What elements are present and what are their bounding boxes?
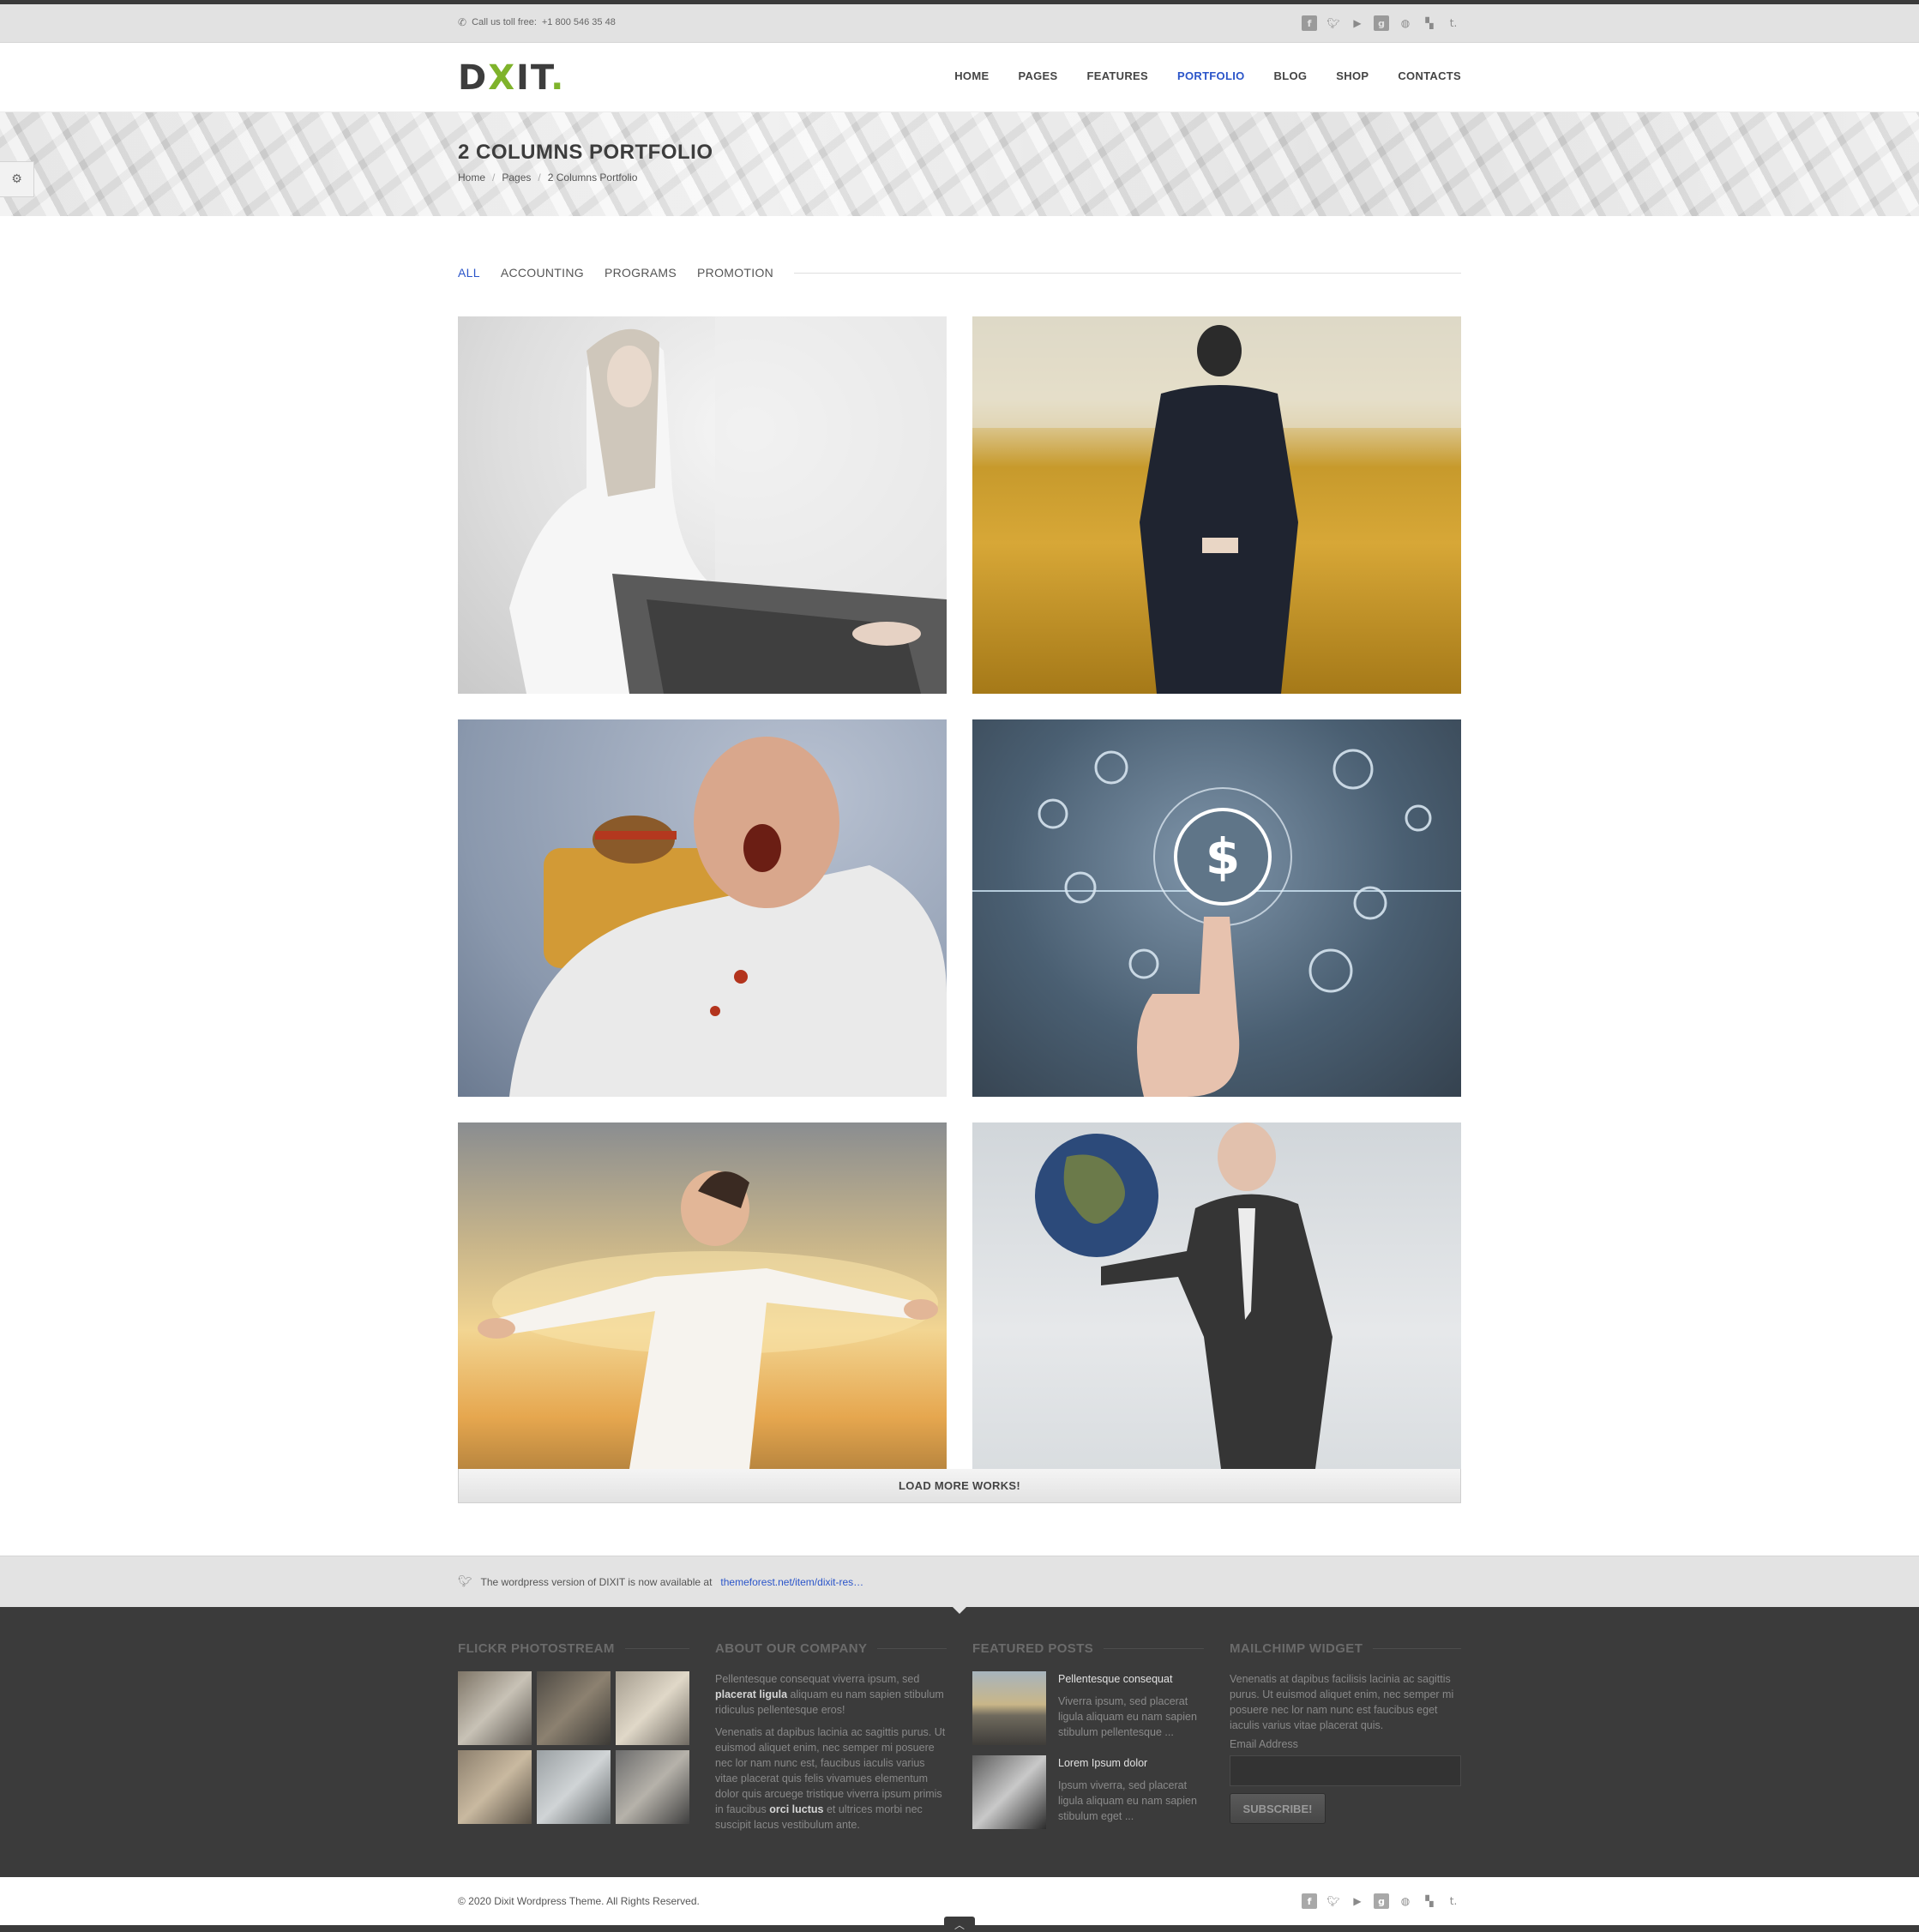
nav-home[interactable]: HOME xyxy=(954,69,989,82)
flickr-grid xyxy=(458,1671,689,1824)
breadcrumb-home[interactable]: Home xyxy=(458,172,485,184)
load-more-button[interactable]: LOAD MORE WORKS! xyxy=(458,1469,1461,1503)
phone-label: Call us toll free: xyxy=(472,17,537,27)
breadcrumb: Home / Pages / 2 Columns Portfolio xyxy=(458,172,637,184)
twitter-bird-icon: 🐦︎ xyxy=(458,1575,472,1588)
old-man-holding-earth-photo[interactable] xyxy=(972,1122,1461,1469)
google-plus-icon[interactable]: g xyxy=(1374,15,1389,31)
copyright: © 2020 Dixit Wordpress Theme. All Rights… xyxy=(458,1895,700,1907)
nav-features[interactable]: FEATURES xyxy=(1087,69,1149,82)
filter-promotion[interactable]: PROMOTION xyxy=(697,266,773,280)
filter-divider xyxy=(794,272,1461,274)
site-header: DXIT. HOME PAGES FEATURES PORTFOLIO BLOG… xyxy=(0,44,1919,112)
post-excerpt: Ipsum viverra, sed placerat ligula aliqu… xyxy=(1058,1779,1197,1822)
email-field[interactable] xyxy=(1230,1755,1461,1786)
flickr-thumbnail[interactable] xyxy=(537,1671,611,1745)
breadcrumb-current: 2 Columns Portfolio xyxy=(547,172,638,184)
site-footer: FLICKR PHOTOSTREAM ABOUT OUR COMPANY Pel… xyxy=(0,1607,1919,1877)
nav-portfolio[interactable]: PORTFOLIO xyxy=(1177,69,1245,82)
breadcrumb-separator: / xyxy=(538,172,541,184)
man-eating-burger-photo[interactable] xyxy=(458,719,947,1097)
tweet-text: The wordpress version of DIXIT is now av… xyxy=(480,1575,713,1588)
dixit-logo[interactable]: DXIT. xyxy=(458,58,565,98)
woman-on-chair-photo[interactable] xyxy=(458,316,947,694)
flickr-thumbnail[interactable] xyxy=(616,1671,689,1745)
featured-post[interactable]: Lorem Ipsum dolor Ipsum viverra, sed pla… xyxy=(972,1755,1204,1829)
twitter-icon[interactable]: 🐦︎ xyxy=(1326,15,1341,31)
tumblr-icon[interactable]: t. xyxy=(1446,1893,1461,1909)
post-excerpt: Viverra ipsum, sed placerat ligula aliqu… xyxy=(1058,1695,1197,1738)
social-links-bottom: f 🐦︎ ▶ g ◍ ▚ t. xyxy=(1302,1893,1461,1909)
post-title[interactable]: Pellentesque consequat xyxy=(1058,1673,1204,1685)
finger-touching-dollar-icons-photo[interactable]: $ xyxy=(972,719,1461,1097)
delicious-icon[interactable]: ▚ xyxy=(1422,15,1437,31)
youtube-icon[interactable]: ▶ xyxy=(1350,1893,1365,1909)
nav-shop[interactable]: SHOP xyxy=(1336,69,1369,82)
twitter-icon[interactable]: 🐦︎ xyxy=(1326,1893,1341,1909)
filter-accounting[interactable]: ACCOUNTING xyxy=(501,266,584,280)
filter-programs[interactable]: PROGRAMS xyxy=(605,266,677,280)
dribbble-icon[interactable]: ◍ xyxy=(1398,15,1413,31)
tweet-link[interactable]: themeforest.net/item/dixit-res… xyxy=(720,1576,863,1588)
post-title[interactable]: Lorem Ipsum dolor xyxy=(1058,1757,1204,1769)
nav-contacts[interactable]: CONTACTS xyxy=(1398,69,1461,82)
flickr-title: FLICKR PHOTOSTREAM xyxy=(458,1641,615,1656)
youtube-icon[interactable]: ▶ xyxy=(1350,15,1365,31)
breadcrumb-pages[interactable]: Pages xyxy=(502,172,531,184)
style-switcher-gear-icon[interactable]: ⚙ xyxy=(0,161,34,197)
delicious-icon[interactable]: ▚ xyxy=(1422,1893,1437,1909)
man-arms-open-sky-photo[interactable] xyxy=(458,1122,947,1469)
email-label: Email Address xyxy=(1230,1738,1298,1750)
nav-blog[interactable]: BLOG xyxy=(1274,69,1308,82)
twitter-feed-strip: 🐦︎ The wordpress version of DIXIT is now… xyxy=(0,1556,1919,1607)
flickr-widget: FLICKR PHOTOSTREAM xyxy=(458,1641,689,1824)
page-title-banner: 2 COLUMNS PORTFOLIO Home / Pages / 2 Col… xyxy=(0,112,1919,216)
breadcrumb-separator: / xyxy=(492,172,496,184)
top-bar: ✆ Call us toll free: +1 800 546 35 48 f … xyxy=(0,4,1919,43)
mailchimp-title: MAILCHIMP WIDGET xyxy=(1230,1641,1363,1656)
flickr-thumbnail[interactable] xyxy=(458,1750,532,1824)
phone-number[interactable]: +1 800 546 35 48 xyxy=(542,17,616,27)
google-plus-icon[interactable]: g xyxy=(1374,1893,1389,1909)
nav-pages[interactable]: PAGES xyxy=(1018,69,1057,82)
post-thumbnail[interactable] xyxy=(972,1671,1046,1745)
social-links-top: f 🐦︎ ▶ g ◍ ▚ t. xyxy=(1302,15,1461,31)
featured-posts-widget: FEATURED POSTS Pellentesque consequat Vi… xyxy=(972,1641,1204,1829)
main-nav: HOME PAGES FEATURES PORTFOLIO BLOG SHOP … xyxy=(954,69,1461,82)
scroll-to-top-chevron-up-icon[interactable]: ︿ xyxy=(944,1917,975,1932)
footer-notch xyxy=(953,1607,966,1614)
mailchimp-text: Venenatis at dapibus facilisis lacinia a… xyxy=(1230,1673,1454,1731)
page-title: 2 COLUMNS PORTFOLIO xyxy=(458,141,713,164)
flickr-thumbnail[interactable] xyxy=(537,1750,611,1824)
flickr-thumbnail[interactable] xyxy=(458,1671,532,1745)
about-text: Pellentesque consequat viverra ipsum, se… xyxy=(715,1673,946,1831)
businessman-in-wheat-field-photo[interactable] xyxy=(972,316,1461,694)
featured-title: FEATURED POSTS xyxy=(972,1641,1094,1656)
featured-post[interactable]: Pellentesque consequat Viverra ipsum, se… xyxy=(972,1671,1204,1745)
post-thumbnail[interactable] xyxy=(972,1755,1046,1829)
filter-all[interactable]: ALL xyxy=(458,266,480,280)
phone-icon: ✆ xyxy=(458,16,467,28)
svg-text:$: $ xyxy=(1206,828,1240,886)
dribbble-icon[interactable]: ◍ xyxy=(1398,1893,1413,1909)
facebook-icon[interactable]: f xyxy=(1302,1893,1317,1909)
phone-info: ✆ Call us toll free: +1 800 546 35 48 xyxy=(458,16,616,28)
tumblr-icon[interactable]: t. xyxy=(1446,15,1461,31)
facebook-icon[interactable]: f xyxy=(1302,15,1317,31)
flickr-thumbnail[interactable] xyxy=(616,1750,689,1824)
about-title: ABOUT OUR COMPANY xyxy=(715,1641,868,1656)
subscribe-button[interactable]: SUBSCRIBE! xyxy=(1230,1793,1326,1824)
about-widget: ABOUT OUR COMPANY Pellentesque consequat… xyxy=(715,1641,947,1833)
portfolio-filters: ALL ACCOUNTING PROGRAMS PROMOTION xyxy=(458,264,1461,281)
mailchimp-widget: MAILCHIMP WIDGET Venenatis at dapibus fa… xyxy=(1230,1641,1461,1824)
